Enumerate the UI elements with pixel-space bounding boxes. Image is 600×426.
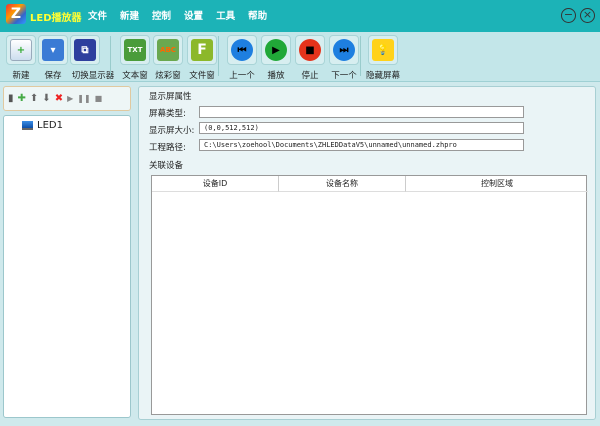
toolbar-separator: [110, 36, 111, 76]
toolbar-label: 停止: [301, 71, 319, 81]
menu-control[interactable]: 控制: [152, 8, 171, 22]
column-header-device-name[interactable]: 设备名称: [279, 176, 406, 192]
toolbar-button-stop[interactable]: ■: [295, 35, 325, 65]
pause-small-icon[interactable]: ❚❚: [77, 94, 90, 103]
devices-table: 设备ID 设备名称 控制区域: [151, 175, 588, 415]
properties-panel: 显示屏属性 屏幕类型: 显示屏大小: (0,0,512,512) 工程路径: C…: [138, 86, 596, 420]
menu-tools[interactable]: 工具: [216, 8, 235, 22]
toolbar-label: 切换显示器: [71, 71, 115, 81]
new-file-icon: +: [10, 39, 32, 61]
toolbar-label: 上一个: [229, 71, 255, 81]
toolbar-label: 下一个: [331, 71, 357, 81]
tree-item-label: LED1: [37, 120, 63, 131]
column-header-device-id[interactable]: 设备ID: [152, 176, 279, 192]
column-header-control-area[interactable]: 控制区域: [406, 176, 588, 192]
add-icon[interactable]: ✚: [18, 93, 26, 104]
text-window-icon: TXT: [124, 39, 146, 61]
title-bar: Z LED播放器 文件 新建 控制 设置 工具 帮助 − ×: [0, 0, 600, 32]
toolbar-label: 文件窗: [189, 71, 215, 81]
file-window-icon: F: [191, 39, 213, 61]
toolbar-label: 文本窗: [122, 71, 148, 81]
delete-icon[interactable]: ✖: [55, 93, 63, 104]
section-title-devices: 关联设备: [149, 161, 184, 171]
toolbar-label: 新建: [12, 71, 30, 81]
stop-small-icon[interactable]: ■: [95, 94, 103, 103]
toolbar-label: 播放: [267, 71, 285, 81]
toolbar-button-file-window[interactable]: F: [187, 35, 217, 65]
switch-display-icon: ⧉: [74, 39, 96, 61]
screen-size-field[interactable]: (0,0,512,512): [199, 122, 524, 134]
toolbar-button-switch-display[interactable]: ⧉: [70, 35, 100, 65]
toolbar-button-play[interactable]: ▶: [261, 35, 291, 65]
toolbar-button-lightbulb[interactable]: 💡: [368, 35, 398, 65]
menu-bar: 文件 新建 控制 设置 工具 帮助: [88, 8, 267, 22]
monitor-icon: [22, 121, 33, 130]
menu-help[interactable]: 帮助: [248, 8, 267, 22]
app-logo-icon: Z: [6, 4, 26, 24]
move-up-icon[interactable]: ⬆: [30, 93, 38, 104]
toolbar: + 新建 ▾ 保存 ⧉ 切换显示器 TXT 文本窗 ABC 炫彩窗 F 文件窗 ⏮ 上一个 ▶ 播放 ■ 停止 ⏭ 下…: [0, 32, 600, 82]
screen-tree: LED1: [3, 115, 131, 418]
menu-file[interactable]: 文件: [88, 8, 107, 22]
close-button[interactable]: ×: [580, 8, 595, 23]
previous-icon: ⏮: [231, 39, 253, 61]
lightbulb-icon: 💡: [372, 39, 394, 61]
stop-icon: ■: [299, 39, 321, 61]
toolbar-button-save[interactable]: ▾: [38, 35, 68, 65]
device-icon[interactable]: ▮: [8, 93, 14, 104]
screen-size-label: 显示屏大小:: [149, 126, 195, 136]
toolbar-button-text-window[interactable]: TXT: [120, 35, 150, 65]
toolbar-separator: [218, 36, 219, 76]
section-title-properties: 显示屏属性: [149, 92, 192, 102]
list-toolbar: ▮ ✚ ⬆ ⬇ ✖ ▶ ❚❚ ■: [3, 86, 131, 111]
menu-settings[interactable]: 设置: [184, 8, 203, 22]
project-path-field[interactable]: C:\Users\zoehool\Documents\ZHLEDDataV5\u…: [199, 139, 524, 151]
colorful-window-icon: ABC: [157, 39, 179, 61]
toolbar-separator: [360, 36, 361, 76]
menu-new[interactable]: 新建: [120, 8, 139, 22]
next-icon: ⏭: [333, 39, 355, 61]
toolbar-label: 炫彩窗: [155, 71, 181, 81]
screen-type-field[interactable]: [199, 106, 524, 118]
toolbar-button-colorful-window[interactable]: ABC: [153, 35, 183, 65]
toolbar-label: 保存: [44, 71, 62, 81]
minimize-button[interactable]: −: [561, 8, 576, 23]
play-icon: ▶: [265, 39, 287, 61]
project-path-label: 工程路径:: [149, 143, 186, 153]
play-small-icon[interactable]: ▶: [67, 94, 73, 103]
toolbar-label: 隐藏屏幕: [365, 71, 401, 81]
toolbar-button-previous[interactable]: ⏮: [227, 35, 257, 65]
screen-type-label: 屏幕类型:: [149, 109, 186, 119]
app-title: LED播放器: [30, 13, 82, 24]
tree-item-led1[interactable]: LED1: [22, 120, 63, 131]
move-down-icon[interactable]: ⬇: [42, 93, 50, 104]
toolbar-button-new-file[interactable]: +: [6, 35, 36, 65]
toolbar-button-next[interactable]: ⏭: [329, 35, 359, 65]
save-icon: ▾: [42, 39, 64, 61]
